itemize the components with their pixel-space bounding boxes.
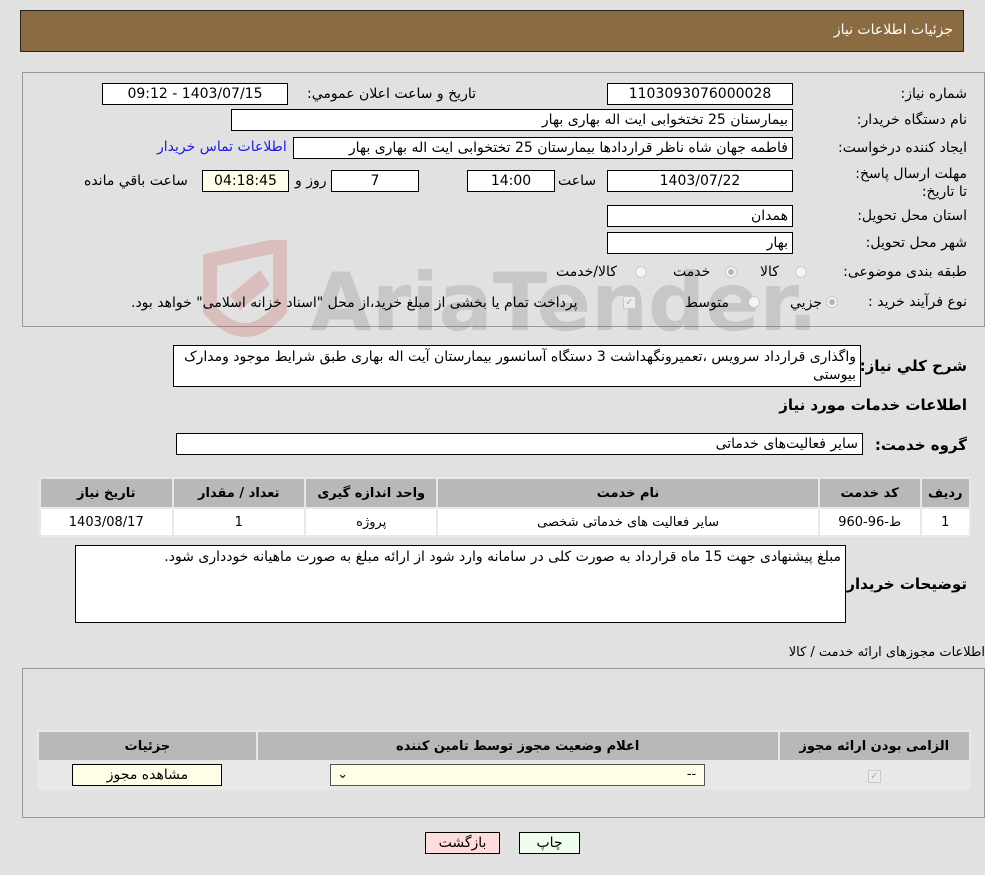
announce-datetime-field: 1403/07/15 - 09:12 [102, 83, 288, 105]
need-number-field: 1103093076000028 [607, 83, 793, 105]
permit-status-select[interactable]: -- ⌄ [330, 764, 706, 786]
col-permit-status: اعلام وضعیت مجوز توسط تامین کننده [255, 730, 780, 762]
col-service-code: کد خدمت [817, 477, 922, 509]
cell-service-name: سایر فعالیت های خدماتی شخصی [436, 507, 820, 537]
creator-label: ایجاد کننده درخواست: [838, 140, 967, 156]
time-remaining-field: 04:18:45 [202, 170, 289, 192]
description-textarea[interactable]: واگذاری قرارداد سرویس ،تعمیرونگهداشت 3 د… [173, 345, 861, 387]
treasury-checkbox[interactable]: ✓ [623, 296, 636, 309]
chevron-down-icon: ⌄ [337, 767, 349, 782]
deadline-time-label: ساعت [558, 173, 597, 189]
cell-row-number: 1 [919, 507, 972, 537]
buyer-notes-label: توضیحات خریدار: [840, 575, 967, 593]
permits-table-header: الزامی بودن ارائه مجوز اعلام وضعیت مجوز … [37, 730, 972, 762]
col-quantity: تعداد / مقدار [171, 477, 307, 509]
cell-permit-details: مشاهده مجوز [37, 760, 258, 790]
category-label: طبقه بندی موضوعی: [843, 264, 967, 280]
services-table: ردیف کد خدمت نام خدمت واحد اندازه گیری ت… [39, 477, 972, 537]
page-header: جزئیات اطلاعات نیاز [20, 10, 964, 52]
services-section-title: اطلاعات خدمات مورد نیاز [779, 396, 967, 414]
cell-quantity: 1 [171, 507, 307, 537]
col-permit-required: الزامی بودن ارائه مجوز [777, 730, 972, 762]
service-group-label: گروه خدمت: [874, 436, 967, 454]
buyer-notes-textarea[interactable]: مبلغ پیشنهادی جهت 15 ماه قرارداد به صورت… [75, 545, 846, 623]
view-permit-button[interactable]: مشاهده مجوز [72, 764, 223, 786]
permits-section-title: اطلاعات مجوزهای ارائه خدمت / کالا [788, 645, 985, 660]
treasury-note: پرداخت تمام یا بخشی از مبلغ خرید،از محل … [131, 295, 578, 311]
time-remaining-label: ساعت باقي مانده [84, 173, 188, 189]
city-field: بهار [607, 232, 793, 254]
process-radio-minor[interactable] [826, 296, 838, 308]
process-option-minor: جزيي [790, 295, 822, 311]
category-radio-service[interactable] [725, 266, 737, 278]
category-option-service: خدمت [673, 264, 711, 280]
cell-need-date: 1403/08/17 [39, 507, 174, 537]
announce-label: تاریخ و ساعت اعلان عمومي: [307, 86, 476, 102]
cell-permit-required: ✓ [777, 760, 972, 790]
description-label: شرح كلي نياز: [859, 357, 967, 375]
days-label: روز و [295, 173, 327, 189]
process-radio-medium[interactable] [748, 296, 760, 308]
print-button[interactable]: چاپ [519, 832, 580, 854]
col-unit: واحد اندازه گیری [303, 477, 439, 509]
services-table-header: ردیف کد خدمت نام خدمت واحد اندازه گیری ت… [39, 477, 972, 509]
buyer-org-field: بیمارستان 25 تختخوابی ایت اله بهاری بهار [231, 109, 793, 131]
page-title: جزئیات اطلاعات نیاز [833, 22, 953, 38]
permit-required-checkbox[interactable]: ✓ [867, 769, 881, 783]
cell-permit-status: -- ⌄ [255, 760, 780, 790]
category-option-goods-service: کالا/خدمت [556, 264, 617, 280]
buyer-contact-link[interactable]: اطلاعات تماس خریدار [157, 139, 287, 155]
table-row: ✓ -- ⌄ مشاهده مجوز [37, 760, 972, 790]
deadline-time-field: 14:00 [467, 170, 555, 192]
permits-table: الزامی بودن ارائه مجوز اعلام وضعیت مجوز … [37, 730, 972, 790]
cell-service-code: ط-96-960 [817, 507, 922, 537]
service-group-field: سایر فعالیت‌های خدماتی [176, 433, 863, 455]
category-radio-goods-service[interactable] [635, 266, 647, 278]
need-number-label: شماره نیاز: [900, 86, 968, 102]
back-button[interactable]: بازگشت [425, 832, 500, 854]
province-label: استان محل تحویل: [857, 208, 967, 224]
deadline-date-field: 1403/07/22 [607, 170, 793, 192]
creator-field: فاطمه جهان شاه ناظر قراردادها بیمارستان … [293, 137, 793, 159]
city-label: شهر محل تحویل: [865, 235, 967, 251]
col-permit-details: جزئیات [37, 730, 258, 762]
province-field: همدان [607, 205, 793, 227]
col-need-date: تاریخ نیاز [39, 477, 174, 509]
process-type-label: نوع فرآیند خرید : [868, 294, 967, 310]
category-option-goods: کالا [760, 264, 779, 280]
permit-status-selected: -- [686, 767, 697, 782]
table-row: 1 ط-96-960 سایر فعالیت های خدماتی شخصی پ… [39, 507, 972, 537]
col-service-name: نام خدمت [436, 477, 820, 509]
buyer-org-label: نام دستگاه خریدار: [856, 112, 967, 128]
days-remaining-field: 7 [331, 170, 419, 192]
col-row-number: ردیف [919, 477, 972, 509]
cell-unit: پروژه [303, 507, 439, 537]
deadline-label: مهلت ارسال پاسخ: تا تاریخ: [855, 166, 967, 200]
category-radio-goods[interactable] [795, 266, 807, 278]
process-option-medium: متوسط [685, 295, 729, 311]
